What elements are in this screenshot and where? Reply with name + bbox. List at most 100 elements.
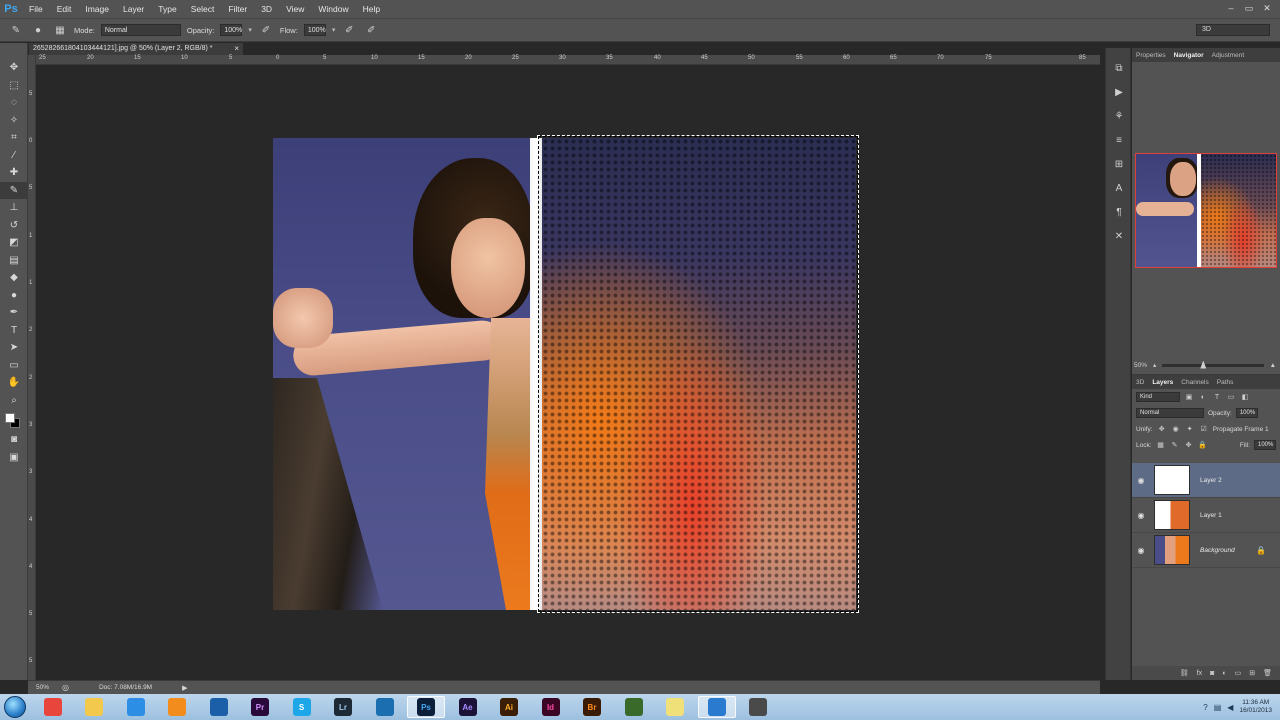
tab-adjustments[interactable]: Adjustment — [1212, 52, 1245, 59]
blend-mode-select[interactable]: Normal — [1136, 408, 1204, 418]
taskbar-app-button[interactable]: Pr — [241, 696, 279, 718]
eraser-tool-icon[interactable]: ◩ — [0, 234, 28, 252]
menu-help[interactable]: Help — [356, 4, 387, 14]
menu-edit[interactable]: Edit — [50, 4, 79, 14]
taskbar-app-button[interactable] — [656, 696, 694, 718]
zoom-in-icon[interactable]: ▲ — [1270, 362, 1276, 369]
taskbar-app-button[interactable]: Ps — [407, 696, 445, 718]
crop-tool-icon[interactable]: ⌗ — [0, 129, 28, 147]
zoom-out-icon[interactable]: ▴ — [1153, 361, 1156, 369]
menu-type[interactable]: Type — [151, 4, 183, 14]
clone-source-panel-icon[interactable]: ⊞ — [1106, 154, 1132, 174]
tab-channels[interactable]: Channels — [1181, 379, 1208, 386]
tab-layers[interactable]: Layers — [1152, 379, 1173, 386]
opacity-dropdown-icon[interactable]: ▾ — [248, 26, 252, 34]
add-mask-icon[interactable]: ◙ — [1210, 670, 1214, 677]
status-arrow-icon[interactable]: ▶ — [182, 684, 187, 692]
clock[interactable]: 11:36 AM 16/01/2013 — [1239, 699, 1272, 715]
tab-navigator[interactable]: Navigator — [1174, 52, 1204, 59]
swatches-panel-icon[interactable]: ⚘ — [1106, 106, 1132, 126]
brush-preset-icon[interactable]: ● — [30, 22, 46, 38]
filter-type-icon[interactable]: T — [1212, 392, 1222, 402]
navigator-thumbnail[interactable] — [1135, 153, 1277, 268]
brush-tool-icon[interactable]: ✎ — [8, 22, 24, 38]
lasso-tool-icon[interactable]: ◌ — [0, 94, 28, 112]
hand-tool-icon[interactable]: ✋ — [0, 374, 28, 392]
foreground-color-swatch[interactable] — [5, 413, 15, 423]
layer-opacity-field[interactable]: 100% — [1235, 408, 1258, 418]
layer-row[interactable]: ◉ Layer 1 — [1132, 498, 1280, 533]
visibility-eye-icon[interactable]: ◉ — [1132, 546, 1150, 555]
taskbar-app-button[interactable] — [117, 696, 155, 718]
character-panel-icon[interactable]: A — [1106, 178, 1132, 198]
unify-position-icon[interactable]: ✥ — [1157, 424, 1167, 434]
taskbar-app-button[interactable]: S — [283, 696, 321, 718]
status-info-icon[interactable]: ◎ — [62, 683, 69, 692]
filter-adjustment-icon[interactable]: ◐ — [1198, 392, 1208, 402]
status-zoom[interactable]: 50% — [36, 684, 56, 691]
delete-layer-icon[interactable]: 🗑 — [1263, 669, 1272, 677]
filter-pixel-icon[interactable]: ▣ — [1184, 392, 1194, 402]
lock-image-icon[interactable]: ✎ — [1170, 440, 1180, 450]
healing-brush-tool-icon[interactable]: ✚ — [0, 164, 28, 182]
taskbar-app-button[interactable]: Ae — [449, 696, 487, 718]
dodge-tool-icon[interactable]: ● — [0, 287, 28, 305]
zoom-tool-icon[interactable]: ⌕ — [0, 392, 28, 410]
start-button[interactable] — [0, 694, 30, 720]
type-tool-icon[interactable]: T — [0, 322, 28, 340]
menu-layer[interactable]: Layer — [116, 4, 151, 14]
taskbar-app-button[interactable] — [739, 696, 777, 718]
visibility-eye-icon[interactable]: ◉ — [1132, 511, 1150, 520]
link-layers-icon[interactable]: ⛓ — [1180, 669, 1189, 677]
taskbar-app-button[interactable] — [200, 696, 238, 718]
navigator-zoom-slider[interactable] — [1162, 360, 1264, 369]
filter-shape-icon[interactable]: ▭ — [1226, 392, 1236, 402]
brush-tool-icon[interactable]: ✎ — [0, 181, 28, 199]
menu-view[interactable]: View — [279, 4, 311, 14]
menu-window[interactable]: Window — [311, 4, 355, 14]
eyedropper-tool-icon[interactable]: ⁄ — [0, 147, 28, 165]
taskbar-app-button[interactable] — [75, 696, 113, 718]
propagate-check-icon[interactable]: ☑ — [1199, 424, 1209, 434]
path-select-tool-icon[interactable]: ➤ — [0, 339, 28, 357]
flow-field[interactable]: 100% — [303, 24, 326, 36]
brush-panel-icon[interactable]: ≡ — [1106, 130, 1132, 150]
unify-style-icon[interactable]: ✦ — [1185, 424, 1195, 434]
taskbar-app-button[interactable] — [697, 696, 736, 718]
minimize-button[interactable]: – — [1224, 2, 1238, 14]
navigator-zoom-value[interactable]: 50% — [1134, 362, 1147, 369]
layer-row[interactable]: ◉ Background 🔒 — [1132, 533, 1280, 568]
menu-filter[interactable]: Filter — [221, 4, 254, 14]
taskbar-app-button[interactable] — [366, 696, 404, 718]
volume-icon[interactable]: ◀ — [1227, 703, 1233, 712]
new-layer-icon[interactable]: ⊞ — [1249, 669, 1255, 677]
navigator-slider-thumb[interactable] — [1200, 360, 1207, 369]
menu-file[interactable]: File — [22, 4, 50, 14]
mode-select[interactable]: Normal — [100, 24, 181, 36]
menu-image[interactable]: Image — [78, 4, 116, 14]
move-tool-icon[interactable]: ✥ — [0, 59, 28, 77]
fill-field[interactable]: 100% — [1254, 440, 1276, 450]
clone-stamp-tool-icon[interactable]: ⊥ — [0, 199, 28, 217]
restore-button[interactable]: ▭ — [1242, 2, 1256, 14]
taskbar-app-button[interactable] — [34, 696, 72, 718]
shape-tool-icon[interactable]: ▭ — [0, 357, 28, 375]
tab-properties[interactable]: Properties — [1136, 52, 1166, 59]
menu-select[interactable]: Select — [184, 4, 222, 14]
taskbar-app-button[interactable] — [615, 696, 653, 718]
document-tab[interactable]: 265282661804103444121].jpg @ 50% (Layer … — [29, 43, 243, 55]
tab-3d[interactable]: 3D — [1136, 379, 1144, 386]
lock-position-icon[interactable]: ✥ — [1184, 440, 1194, 450]
tab-paths[interactable]: Paths — [1217, 379, 1234, 386]
lock-all-icon[interactable]: 🔒 — [1198, 440, 1208, 450]
lock-transparency-icon[interactable]: ▦ — [1156, 440, 1166, 450]
layer-row[interactable]: ◉ Layer 2 — [1132, 463, 1280, 498]
kind-filter-select[interactable]: Kind — [1136, 392, 1180, 402]
menu-3d[interactable]: 3D — [254, 4, 279, 14]
pressure-size-icon[interactable]: ✐ — [363, 22, 379, 38]
network-icon[interactable]: ▤ — [1214, 703, 1222, 712]
fx-icon[interactable]: fx — [1197, 670, 1202, 677]
taskbar-app-button[interactable]: Id — [532, 696, 570, 718]
marquee-tool-icon[interactable]: ⬚ — [0, 77, 28, 95]
history-brush-tool-icon[interactable]: ↺ — [0, 217, 28, 235]
